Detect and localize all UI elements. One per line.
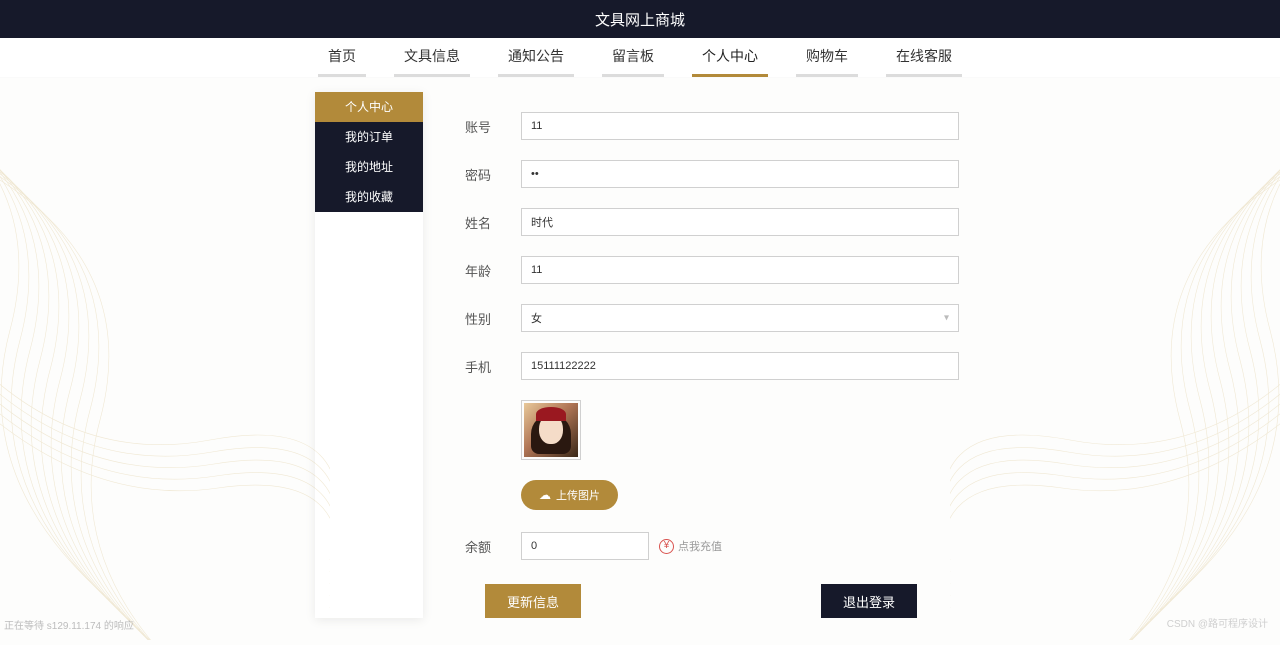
nav-cart[interactable]: 购物车	[796, 38, 858, 77]
password-label: 密码	[465, 165, 521, 184]
nav-support[interactable]: 在线客服	[886, 38, 962, 77]
password-input[interactable]	[521, 160, 959, 188]
recharge-text: 点我充值	[678, 538, 722, 554]
account-label: 账号	[465, 117, 521, 136]
sidebar-item-orders[interactable]: 我的订单	[315, 122, 423, 152]
name-input[interactable]	[521, 208, 959, 236]
sidebar-item-addresses[interactable]: 我的地址	[315, 152, 423, 182]
profile-sidebar: 个人中心 我的订单 我的地址 我的收藏	[315, 92, 423, 618]
age-input[interactable]	[521, 256, 959, 284]
phone-input[interactable]	[521, 352, 959, 380]
status-bar: 正在等待 s129.11.174 的响应	[4, 617, 134, 632]
balance-input[interactable]	[521, 532, 649, 560]
decorative-wave-left	[0, 60, 330, 640]
yen-icon: ¥	[659, 539, 674, 554]
sidebar-item-profile[interactable]: 个人中心	[315, 92, 423, 122]
avatar-image	[524, 403, 578, 457]
watermark-text: CSDN @路可程序设计	[1167, 615, 1268, 630]
balance-label: 余额	[465, 537, 521, 556]
gender-label: 性别	[465, 309, 521, 328]
content-container: 个人中心 我的订单 我的地址 我的收藏 账号 密码 姓名 年龄 性别 女 ▾	[315, 92, 965, 618]
name-label: 姓名	[465, 213, 521, 232]
recharge-link[interactable]: ¥ 点我充值	[659, 538, 722, 554]
account-input[interactable]	[521, 112, 959, 140]
sidebar-item-favorites[interactable]: 我的收藏	[315, 182, 423, 212]
update-button[interactable]: 更新信息	[485, 584, 581, 618]
avatar-preview	[521, 400, 581, 460]
chevron-down-icon: ▾	[944, 313, 949, 324]
gender-select[interactable]: 女 ▾	[521, 304, 959, 332]
decorative-wave-right	[950, 60, 1280, 640]
nav-messages[interactable]: 留言板	[602, 38, 664, 77]
cloud-upload-icon: ☁	[539, 488, 551, 502]
site-title: 文具网上商城	[595, 9, 685, 30]
main-nav: 首页 文具信息 通知公告 留言板 个人中心 购物车 在线客服	[0, 38, 1280, 78]
nav-notices[interactable]: 通知公告	[498, 38, 574, 77]
profile-form: 账号 密码 姓名 年龄 性别 女 ▾ 手机	[423, 92, 965, 618]
nav-profile[interactable]: 个人中心	[692, 38, 768, 77]
phone-label: 手机	[465, 357, 521, 376]
page-header: 文具网上商城	[0, 0, 1280, 38]
nav-products[interactable]: 文具信息	[394, 38, 470, 77]
logout-button[interactable]: 退出登录	[821, 584, 917, 618]
upload-label: 上传图片	[556, 487, 600, 503]
age-label: 年龄	[465, 261, 521, 280]
nav-home[interactable]: 首页	[318, 38, 366, 77]
gender-value: 女	[531, 310, 542, 326]
upload-image-button[interactable]: ☁ 上传图片	[521, 480, 618, 510]
